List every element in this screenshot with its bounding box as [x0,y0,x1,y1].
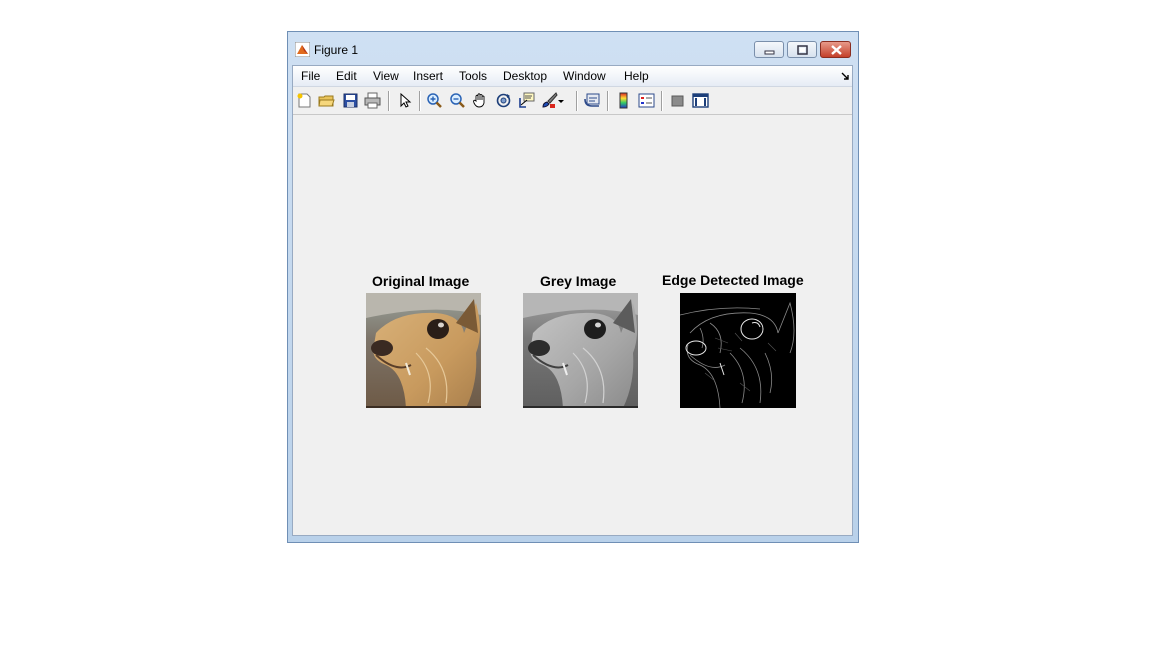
window-title: Figure 1 [314,43,359,57]
menu-desktop[interactable]: Desktop [503,69,547,83]
close-button[interactable] [820,41,851,58]
edit-plot-arrow-icon[interactable] [396,92,413,109]
edge-detected-image [680,293,796,408]
title-bar[interactable]: Figure 1 [288,32,858,65]
open-file-icon[interactable] [318,92,335,109]
data-cursor-icon[interactable] [518,92,535,109]
dock-arrow-icon[interactable] [840,71,850,81]
insert-legend-icon[interactable] [638,92,655,109]
zoom-out-icon[interactable] [449,92,466,109]
hide-plot-tools-icon[interactable] [669,92,686,109]
menu-file[interactable]: File [301,69,320,83]
grey-image [523,293,638,408]
figure-toolbar [293,87,852,115]
original-image [366,293,481,408]
menu-window[interactable]: Window [563,69,606,83]
show-plot-tools-icon[interactable] [692,92,709,109]
rotate-3d-icon[interactable] [495,92,512,109]
edge-detected-image-title: Edge Detected Image [662,272,804,288]
brush-dropdown-icon[interactable] [557,92,565,109]
close-icon [831,45,842,55]
toolbar-separator [607,91,609,111]
menu-view[interactable]: View [373,69,399,83]
new-figure-icon[interactable] [296,92,313,109]
toolbar-separator [576,91,578,111]
menu-tools[interactable]: Tools [459,69,487,83]
brush-icon[interactable] [541,92,558,109]
minimize-button[interactable] [754,41,784,58]
figure-window: Figure 1 File Edit View Insert Tools Des… [287,31,859,543]
toolbar-separator [661,91,663,111]
zoom-in-icon[interactable] [426,92,443,109]
pan-hand-icon[interactable] [472,92,489,109]
minimize-icon [764,50,775,55]
menu-insert[interactable]: Insert [413,69,443,83]
link-plot-icon[interactable] [584,92,601,109]
menu-bar: File Edit View Insert Tools Desktop Wind… [293,66,852,87]
insert-colorbar-icon[interactable] [615,92,632,109]
window-bottom-border [288,536,858,542]
save-icon[interactable] [342,92,359,109]
grey-image-title: Grey Image [540,273,617,289]
maximize-button[interactable] [787,41,817,58]
toolbar-separator [419,91,421,111]
print-icon[interactable] [364,92,381,109]
figure-client-area: File Edit View Insert Tools Desktop Wind… [292,65,853,536]
menu-edit[interactable]: Edit [336,69,357,83]
toolbar-separator [388,91,390,111]
restore-icon [797,45,808,55]
menu-help[interactable]: Help [624,69,649,83]
matlab-logo-icon [295,42,310,57]
original-image-title: Original Image [372,273,470,289]
